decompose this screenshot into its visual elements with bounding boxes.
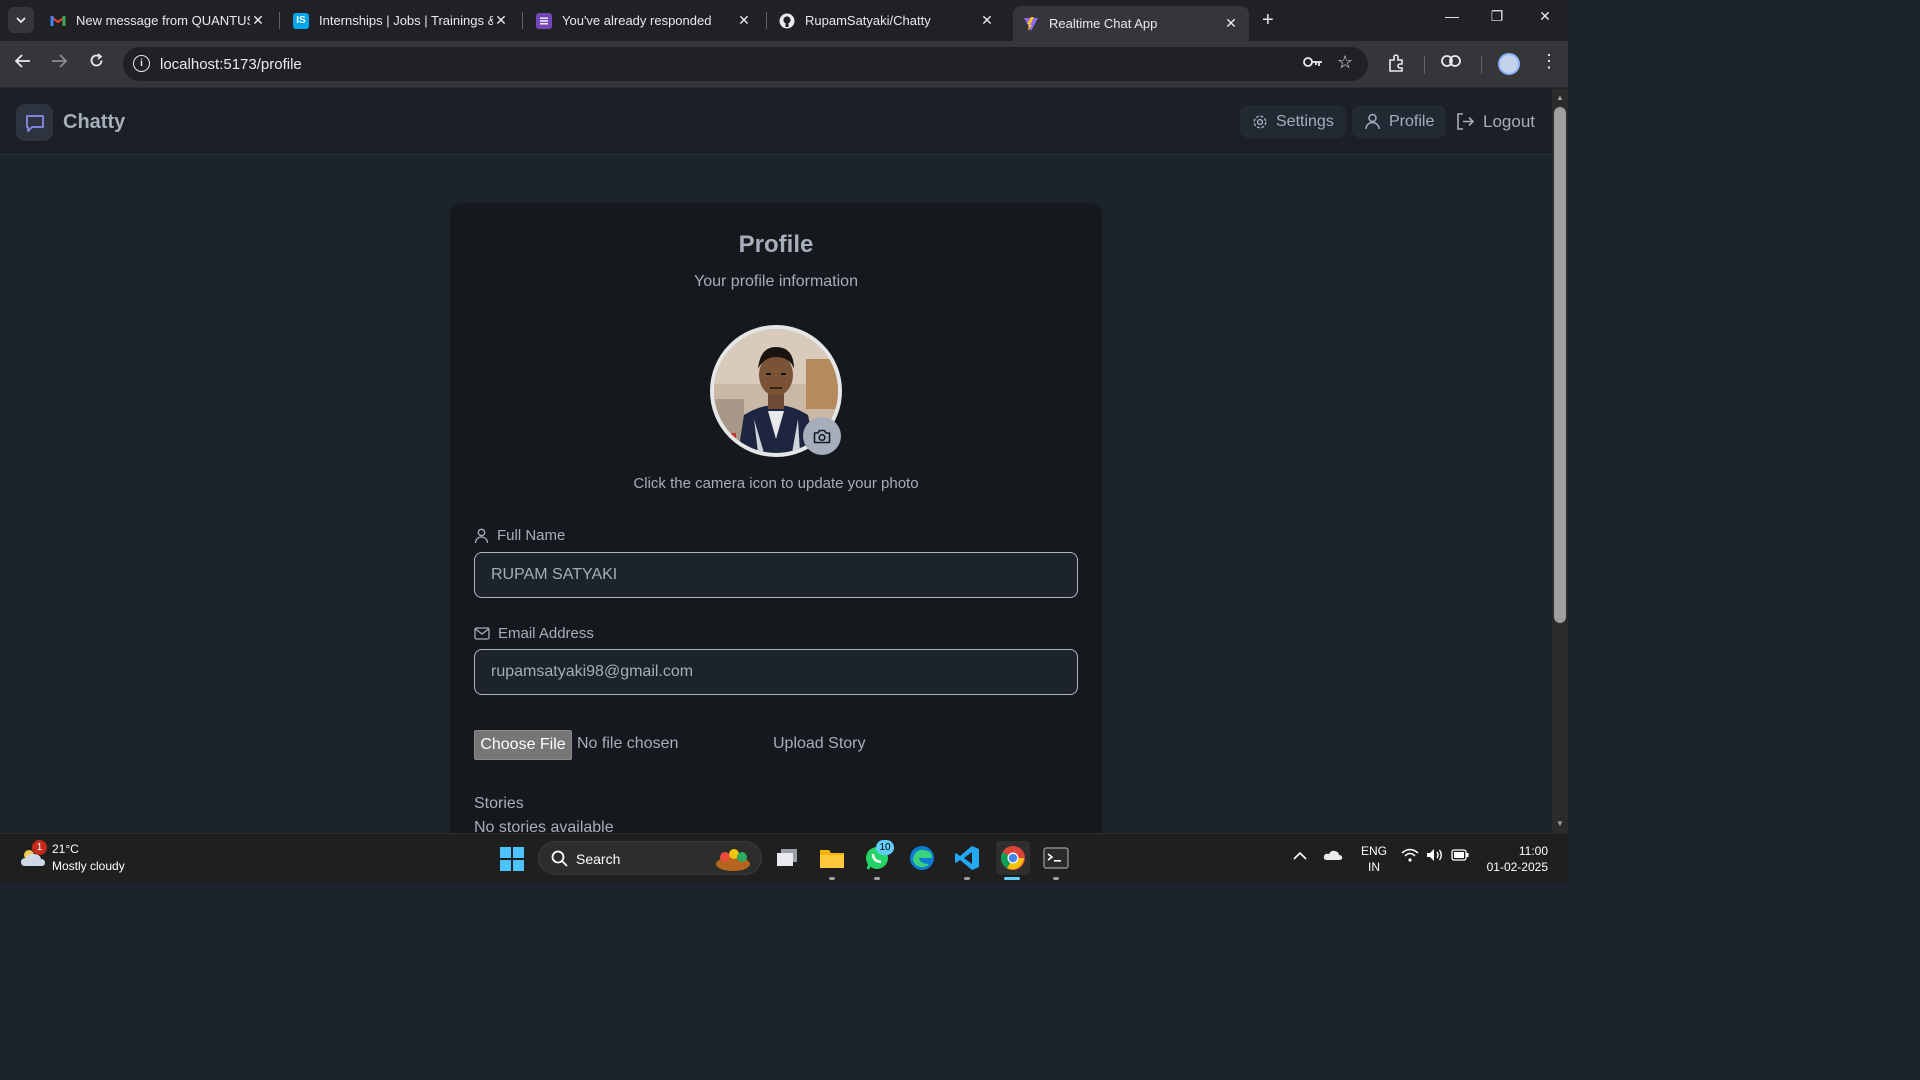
brand-name[interactable]: Chatty [63, 111, 125, 134]
mail-icon [474, 627, 490, 640]
gear-icon [1253, 114, 1267, 129]
email-field: rupamsatyaki98@gmail.com [474, 649, 1078, 695]
close-icon[interactable]: ✕ [979, 12, 995, 29]
app-navbar: Chatty Settings Profile Logout [0, 89, 1552, 155]
windows-start-icon[interactable] [500, 847, 524, 871]
bookmark-star-icon[interactable]: ☆ [1337, 52, 1353, 73]
chevron-down-icon [16, 16, 26, 23]
stories-heading: Stories [474, 795, 524, 812]
logout-icon [1457, 113, 1475, 130]
upload-story-button[interactable]: Upload Story [773, 735, 866, 753]
url-text[interactable]: localhost:5173/profile [160, 56, 302, 73]
full-name-field: RUPAM SATYAKI [474, 552, 1078, 598]
volume-icon[interactable] [1426, 848, 1444, 865]
terminal-icon[interactable] [1041, 843, 1071, 873]
whatsapp-unread-badge: 10 [876, 840, 894, 855]
site-info-icon[interactable]: i [133, 55, 150, 72]
browser-tab-bar: New message from QUANTUS S ✕ IS Internsh… [0, 0, 1568, 41]
camera-icon[interactable] [803, 417, 841, 455]
task-view-icon[interactable] [772, 843, 802, 873]
battery-icon[interactable] [1451, 848, 1469, 864]
password-key-icon[interactable] [1303, 55, 1323, 73]
system-clock[interactable]: 11:00 01-02-2025 [1478, 843, 1548, 875]
weather-description[interactable]: Mostly cloudy [52, 859, 125, 873]
tab-realtime-chat[interactable]: Realtime Chat App ✕ [1013, 6, 1249, 41]
minimize-icon[interactable]: — [1442, 8, 1462, 24]
forms-icon [536, 12, 552, 29]
wifi-icon[interactable] [1401, 848, 1419, 865]
tab-title: RupamSatyaki/Chatty [805, 13, 931, 28]
profile-button[interactable]: Profile [1352, 105, 1447, 138]
page-scrollbar[interactable]: ▲ ▼ [1552, 89, 1568, 833]
search-placeholder: Search [576, 851, 621, 867]
back-icon[interactable] [12, 53, 34, 73]
scroll-thumb[interactable] [1554, 107, 1566, 623]
close-icon[interactable]: ✕ [493, 12, 509, 29]
tab-github[interactable]: RupamSatyaki/Chatty ✕ [769, 6, 1005, 35]
new-tab-button[interactable]: + [1262, 9, 1274, 32]
weather-alert-badge: 1 [32, 840, 47, 855]
tab-internshala[interactable]: IS Internships | Jobs | Trainings & I ✕ [283, 6, 519, 35]
logo-chat-icon[interactable] [16, 104, 53, 141]
user-icon [1365, 113, 1380, 130]
settings-button[interactable]: Settings [1240, 105, 1346, 138]
email-label: Email Address [474, 625, 594, 642]
forward-icon[interactable] [48, 53, 70, 73]
scroll-up-icon[interactable]: ▲ [1556, 93, 1564, 102]
tab-title: Realtime Chat App [1049, 16, 1158, 31]
tray-overflow-chevron-icon[interactable] [1293, 848, 1307, 864]
tab-forms[interactable]: You've already responded ✕ [526, 6, 762, 35]
gmail-icon [50, 13, 66, 29]
tab-title: New message from QUANTUS S [76, 13, 250, 28]
address-bar[interactable]: i localhost:5173/profile ☆ [123, 47, 1368, 81]
settings-label: Settings [1276, 112, 1334, 130]
chrome-icon[interactable] [996, 841, 1030, 875]
search-highlight-icon [713, 846, 753, 878]
weather-temperature[interactable]: 21°C [52, 842, 79, 856]
close-icon[interactable]: ✕ [250, 12, 266, 29]
user-icon [474, 528, 489, 543]
internshala-icon: IS [293, 12, 309, 29]
tab-search-button[interactable] [8, 7, 34, 33]
tab-gmail[interactable]: New message from QUANTUS S ✕ [40, 6, 276, 35]
file-status-text: No file chosen [577, 735, 679, 752]
windows-taskbar: 1 21°C Mostly cloudy Search 10 ENG IN 11… [0, 833, 1568, 882]
file-explorer-icon[interactable] [817, 843, 847, 873]
page-subtitle: Your profile information [694, 273, 858, 290]
edge-icon[interactable] [907, 843, 937, 873]
github-icon [779, 13, 795, 29]
choose-file-button[interactable]: Choose File [474, 730, 572, 760]
scroll-down-icon[interactable]: ▼ [1556, 819, 1564, 828]
full-name-label: Full Name [474, 527, 565, 544]
vite-icon [1023, 16, 1039, 32]
tab-title: Internships | Jobs | Trainings & I [319, 13, 493, 28]
chat-app: Chatty Settings Profile Logout Profile Y… [0, 89, 1552, 833]
logout-label: Logout [1483, 111, 1535, 131]
close-icon[interactable]: ✕ [1223, 15, 1239, 32]
restore-icon[interactable]: ❐ [1487, 8, 1507, 25]
logout-button[interactable]: Logout [1444, 105, 1547, 138]
tab-title: You've already responded [562, 13, 712, 28]
reload-icon[interactable] [85, 53, 107, 73]
link-icon[interactable] [1441, 54, 1461, 72]
menu-kebab-icon[interactable]: ⋮ [1540, 51, 1558, 72]
browser-toolbar: i localhost:5173/profile ☆ ⋮ [0, 41, 1568, 88]
close-icon[interactable]: ✕ [736, 12, 752, 29]
onedrive-cloud-icon[interactable] [1323, 848, 1343, 864]
stories-empty-text: No stories available [474, 819, 614, 833]
browser-profile-avatar[interactable] [1498, 53, 1520, 75]
taskbar-search[interactable]: Search [538, 841, 762, 875]
search-icon [551, 850, 568, 867]
window-close-icon[interactable]: ✕ [1535, 8, 1555, 25]
page-title: Profile [738, 231, 814, 258]
input-language-indicator[interactable]: ENG IN [1361, 843, 1387, 875]
vscode-icon[interactable] [952, 843, 982, 873]
profile-label: Profile [1389, 112, 1435, 130]
profile-card: Profile Your profile information Click t… [450, 203, 1102, 833]
extensions-icon[interactable] [1388, 54, 1406, 77]
photo-hint: Click the camera icon to update your pho… [633, 475, 919, 492]
